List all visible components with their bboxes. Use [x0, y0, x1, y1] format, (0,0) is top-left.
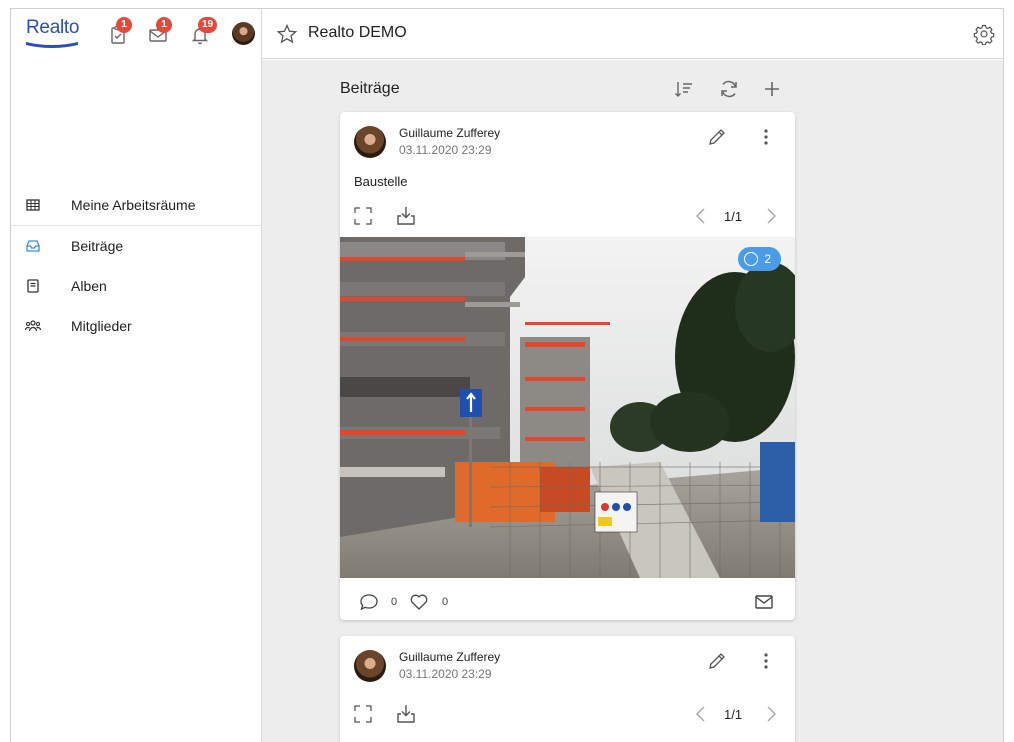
- workspace-title: Realto DEMO: [308, 24, 407, 41]
- plus-icon: [765, 82, 779, 96]
- media-toolbar: 1/1: [340, 703, 795, 727]
- more-vertical-icon: [764, 653, 768, 669]
- sidebar-item-posts[interactable]: Beiträge: [11, 226, 262, 266]
- logo-swoosh-icon: [26, 42, 78, 48]
- comment-count-badge[interactable]: 2: [738, 247, 781, 271]
- sidebar-item-label: Meine Arbeitsräume: [71, 197, 196, 213]
- sidebar-item-label: Beiträge: [71, 238, 124, 254]
- messages-badge: 1: [156, 17, 172, 33]
- post-date: 03.11.2020 23:29: [399, 667, 492, 681]
- post-menu-button[interactable]: [755, 650, 777, 672]
- author-avatar[interactable]: [354, 650, 386, 682]
- feed-title: Beiträge: [340, 80, 400, 97]
- messages-button[interactable]: 1: [147, 17, 172, 46]
- fullscreen-button[interactable]: [352, 205, 374, 227]
- author-avatar[interactable]: [354, 126, 386, 158]
- share-by-mail-button[interactable]: [753, 591, 775, 613]
- chevron-left-icon: [695, 208, 705, 224]
- fullscreen-icon: [354, 207, 372, 225]
- download-button[interactable]: [395, 205, 417, 227]
- user-avatar[interactable]: [232, 22, 255, 45]
- sidebar-top-bar: Realto 1 1 19: [11, 9, 261, 59]
- sidebar: Realto 1 1 19 Meine Arbeitsräume Beiträg…: [11, 9, 262, 742]
- sidebar-item-workspaces[interactable]: Meine Arbeitsräume: [11, 185, 262, 225]
- feed-header: Beiträge: [340, 77, 795, 101]
- next-media-button[interactable]: [762, 206, 780, 226]
- notifications-badge: 19: [198, 17, 218, 33]
- pencil-icon: [709, 653, 725, 669]
- post-text: Baustelle: [354, 174, 408, 189]
- fullscreen-button[interactable]: [352, 703, 374, 725]
- download-icon: [397, 207, 415, 225]
- pencil-icon: [709, 129, 725, 145]
- more-vertical-icon: [764, 129, 768, 145]
- envelope-icon: [755, 595, 773, 609]
- like-button[interactable]: [408, 591, 430, 613]
- download-icon: [397, 705, 415, 723]
- inbox-icon: [25, 238, 41, 254]
- realto-logo[interactable]: Realto: [25, 17, 81, 53]
- comment-button[interactable]: [358, 591, 380, 613]
- comment-icon: [360, 594, 378, 611]
- chevron-right-icon: [767, 208, 777, 224]
- album-icon: [25, 278, 41, 294]
- chevron-left-icon: [695, 706, 705, 722]
- refresh-button[interactable]: [717, 77, 741, 101]
- workspace-header: Realto DEMO: [262, 9, 1003, 59]
- star-icon: [276, 23, 298, 44]
- edit-post-button[interactable]: [706, 650, 728, 672]
- sort-icon: [675, 82, 692, 97]
- sidebar-item-label: Alben: [71, 278, 107, 294]
- feed-area: Beiträge Guillaume Zufferey 03.11.2020 2…: [262, 60, 1003, 742]
- media-toolbar: 1/1: [340, 205, 795, 229]
- notifications-button[interactable]: 19: [189, 17, 218, 46]
- add-post-button[interactable]: [760, 77, 784, 101]
- fullscreen-icon: [354, 705, 372, 723]
- sort-button[interactable]: [672, 77, 696, 101]
- post-date: 03.11.2020 23:29: [399, 143, 492, 157]
- post-footer: 0 0: [340, 582, 795, 620]
- post-author[interactable]: Guillaume Zufferey: [399, 650, 500, 664]
- tasks-button[interactable]: 1: [107, 17, 132, 46]
- logo-text: Realto: [26, 17, 80, 38]
- sidebar-nav: Meine Arbeitsräume Beiträge Alben Mitgli: [11, 185, 262, 346]
- like-count: 0: [442, 596, 449, 608]
- post-photo[interactable]: 2: [340, 237, 795, 578]
- previous-media-button[interactable]: [692, 704, 710, 724]
- previous-media-button[interactable]: [692, 206, 710, 226]
- members-icon: [25, 318, 41, 334]
- settings-button[interactable]: [973, 23, 995, 46]
- refresh-icon: [721, 80, 737, 98]
- post-card: Guillaume Zufferey 03.11.2020 23:29 1/1: [340, 636, 795, 742]
- sidebar-item-members[interactable]: Mitglieder: [11, 306, 262, 346]
- gear-icon: [973, 24, 995, 46]
- media-pager: 1/1: [724, 209, 743, 224]
- comment-bubble-icon: [744, 252, 759, 266]
- grid-icon: [25, 197, 41, 213]
- tasks-badge: 1: [116, 17, 132, 33]
- media-pager: 1/1: [724, 707, 743, 722]
- comment-count: 0: [391, 596, 398, 608]
- post-author[interactable]: Guillaume Zufferey: [399, 126, 500, 140]
- app-frame: Realto 1 1 19 Meine Arbeitsräume Beiträg…: [10, 8, 1004, 742]
- download-button[interactable]: [395, 703, 417, 725]
- sidebar-item-albums[interactable]: Alben: [11, 266, 262, 306]
- post-menu-button[interactable]: [755, 126, 777, 148]
- comment-badge-count: 2: [764, 252, 771, 266]
- favorite-button[interactable]: [276, 23, 298, 45]
- heart-icon: [410, 594, 428, 610]
- edit-post-button[interactable]: [706, 126, 728, 148]
- post-card: Guillaume Zufferey 03.11.2020 23:29 Baus…: [340, 112, 795, 620]
- next-media-button[interactable]: [762, 704, 780, 724]
- chevron-right-icon: [767, 706, 777, 722]
- construction-site-photo: [340, 237, 795, 578]
- sidebar-item-label: Mitglieder: [71, 318, 132, 334]
